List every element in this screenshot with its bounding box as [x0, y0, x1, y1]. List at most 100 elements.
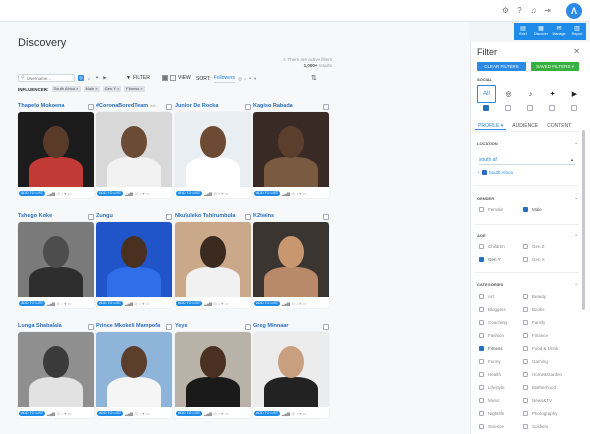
category-option[interactable]: Food & Drink — [523, 346, 558, 351]
tiktok-icon[interactable]: ♪ — [521, 85, 540, 103]
chevron-down-icon[interactable]: ⌄ — [574, 232, 578, 238]
location-option[interactable]: + South Africa — [477, 170, 513, 175]
gear-icon[interactable]: ⚙ — [501, 6, 510, 15]
gender-option[interactable]: Male — [523, 207, 542, 212]
card-checkbox[interactable] — [323, 104, 329, 110]
instagram-icon[interactable]: ◎ — [78, 75, 84, 81]
tab-profile[interactable]: PROFILE ▾ — [475, 122, 507, 130]
category-option[interactable]: Nightlife — [479, 411, 504, 416]
influencer-photo[interactable] — [175, 332, 251, 407]
chip-gender[interactable]: Male × — [83, 86, 100, 92]
category-option[interactable]: Science — [479, 424, 504, 429]
category-option[interactable]: Motherhood — [523, 385, 556, 390]
age-checkbox[interactable] — [479, 257, 484, 262]
social-youtube-checkbox[interactable] — [571, 105, 577, 111]
card-checkbox[interactable] — [88, 324, 94, 330]
tab-content[interactable]: CONTENT — [544, 122, 574, 130]
nav-manage-button[interactable]: ✉ Manage — [550, 23, 568, 40]
location-checkbox[interactable] — [481, 170, 487, 175]
influencer-card[interactable]: Kagiso Rabada ADD TO LIST ▂▄▆ ◎ ♪ ♥ ▭ — [253, 103, 329, 198]
category-checkbox[interactable] — [479, 385, 484, 390]
category-option[interactable]: Finance — [523, 333, 548, 338]
card-checkbox[interactable] — [166, 324, 172, 330]
age-option[interactable]: Children — [479, 244, 505, 249]
influencer-name[interactable]: Zungu — [96, 213, 164, 219]
influencer-card[interactable]: #CoronaBoredTeam Joh... ADD TO LIST ▂▄▆ … — [96, 103, 172, 198]
category-checkbox[interactable] — [479, 307, 484, 312]
card-checkbox[interactable] — [323, 324, 329, 330]
category-option[interactable]: Bloggers — [479, 307, 506, 312]
tiktok-icon[interactable]: ♪ — [86, 75, 92, 81]
age-option[interactable]: Gen X — [523, 257, 545, 262]
category-checkbox[interactable] — [523, 346, 528, 351]
nav-brief-button[interactable]: ▤ Brief — [514, 23, 532, 40]
card-checkbox[interactable] — [245, 104, 251, 110]
close-icon[interactable]: ✕ — [573, 47, 580, 56]
social-instagram-checkbox[interactable] — [505, 105, 511, 111]
instagram-icon[interactable]: ◎ — [499, 85, 518, 103]
influencer-name[interactable]: K2twins — [253, 213, 321, 219]
category-option[interactable]: Lifestyle — [479, 385, 505, 390]
list-view-icon[interactable] — [170, 75, 176, 81]
chevron-up-icon[interactable]: ▲ — [570, 157, 574, 162]
add-to-list-button[interactable]: ADD TO LIST — [254, 190, 281, 196]
add-to-list-button[interactable]: ADD TO LIST — [19, 410, 46, 416]
influencer-photo[interactable] — [96, 332, 172, 407]
filter-scrollbar[interactable] — [582, 130, 585, 310]
chip-age[interactable]: Gen Y × — [102, 86, 122, 92]
category-option[interactable]: Books — [523, 307, 545, 312]
category-checkbox[interactable] — [479, 320, 484, 325]
location-input[interactable]: south af — [479, 157, 575, 165]
influencer-card[interactable]: Yeye ADD TO LIST ▂▄▆ ◎ ♪ ♥ ▭ — [175, 323, 251, 418]
chip-country[interactable]: South Africa × — [51, 86, 81, 92]
category-checkbox[interactable] — [479, 346, 484, 351]
twitter-icon[interactable]: ✦ — [543, 85, 562, 103]
influencer-photo[interactable] — [18, 332, 94, 407]
card-checkbox[interactable] — [245, 324, 251, 330]
chevron-down-icon[interactable]: ▾ — [254, 76, 256, 82]
influencer-photo[interactable] — [96, 222, 172, 297]
youtube-icon[interactable]: ▶ — [565, 85, 584, 103]
gender-checkbox[interactable] — [523, 207, 528, 212]
influencer-card[interactable]: Tshego Koke ADD TO LIST ▂▄▆ ◎ ♪ ♥ ▭ — [18, 213, 94, 308]
chip-category[interactable]: Fitness × — [124, 86, 145, 92]
card-checkbox[interactable] — [245, 214, 251, 220]
influencer-name[interactable]: Yeye — [175, 323, 243, 329]
card-checkbox[interactable] — [166, 104, 172, 110]
category-option[interactable]: Coaching — [479, 320, 507, 325]
card-checkbox[interactable] — [88, 214, 94, 220]
category-checkbox[interactable] — [523, 307, 528, 312]
category-checkbox[interactable] — [479, 333, 484, 338]
influencer-name[interactable]: Thapelo Mokoena — [18, 103, 86, 109]
card-checkbox[interactable] — [166, 214, 172, 220]
bell-icon[interactable]: ♫ — [529, 6, 538, 15]
add-to-list-button[interactable]: ADD TO LIST — [176, 190, 203, 196]
category-option[interactable]: Fitness — [479, 346, 503, 351]
influencer-photo[interactable] — [175, 222, 251, 297]
category-option[interactable]: Fashion — [479, 333, 504, 338]
category-checkbox[interactable] — [523, 359, 528, 364]
category-checkbox[interactable] — [523, 398, 528, 403]
gender-option[interactable]: Female — [479, 207, 503, 212]
age-option[interactable]: Gen Y — [479, 257, 501, 262]
category-option[interactable]: Gaming — [523, 359, 548, 364]
category-option[interactable]: Family — [523, 320, 545, 325]
add-to-list-button[interactable]: ADD TO LIST — [97, 300, 124, 306]
influencer-photo[interactable] — [18, 112, 94, 187]
chevron-down-icon[interactable]: ⌄ — [574, 195, 578, 201]
influencer-photo[interactable] — [175, 112, 251, 187]
plus-icon[interactable]: + — [477, 170, 480, 175]
card-checkbox[interactable] — [323, 214, 329, 220]
category-option[interactable]: Photography — [523, 411, 558, 416]
influencer-card[interactable]: Nkululeko Tshirumbula ADD TO LIST ▂▄▆ ◎ … — [175, 213, 251, 308]
category-checkbox[interactable] — [479, 424, 484, 429]
category-option[interactable]: Funny — [479, 359, 501, 364]
saved-filters-button[interactable]: SAVED FILTERS ▾ — [531, 62, 579, 71]
age-option[interactable]: Gen Z — [523, 244, 545, 249]
category-option[interactable]: Health — [479, 372, 501, 377]
influencer-name[interactable]: Kagiso Rabada — [253, 103, 321, 109]
category-checkbox[interactable] — [523, 411, 528, 416]
category-option[interactable]: Beauty — [523, 294, 546, 299]
category-checkbox[interactable] — [479, 294, 484, 299]
youtube-icon[interactable]: ▶ — [102, 75, 108, 81]
